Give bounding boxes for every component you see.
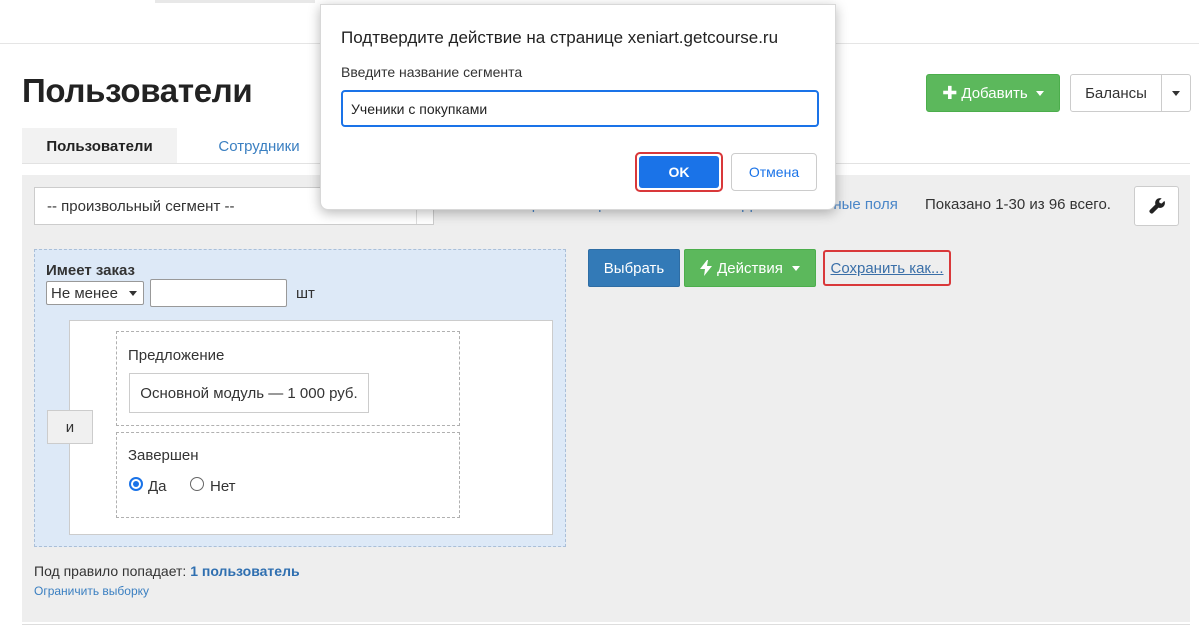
settings-button[interactable] <box>1134 186 1179 226</box>
wrench-icon <box>1148 198 1165 214</box>
top-scroll-shade <box>155 0 315 3</box>
cancel-button[interactable]: Отмена <box>731 153 817 191</box>
actions-button-label: Действия <box>717 259 783 277</box>
and-button[interactable]: и <box>47 410 93 444</box>
balances-dropdown-toggle[interactable] <box>1161 74 1191 112</box>
actions-button[interactable]: Действия <box>684 249 816 287</box>
page-title: Пользователи <box>22 72 253 109</box>
rule-result: Под правило попадает: 1 пользователь <box>34 563 300 579</box>
tab-staff[interactable]: Сотрудники <box>204 128 314 164</box>
caret-down-icon <box>791 265 800 271</box>
operator-value: Не менее <box>51 284 118 302</box>
operator-select[interactable]: Не менее <box>46 281 144 305</box>
rule-result-prefix: Под правило попадает: <box>34 563 187 579</box>
confirm-dialog: Подтвердите действие на странице xeniart… <box>320 4 836 210</box>
tab-users[interactable]: Пользователи <box>22 128 177 164</box>
completed-label: Завершен <box>128 447 199 464</box>
completed-no-radio[interactable] <box>190 477 204 491</box>
completed-yes-label: Да <box>148 478 167 495</box>
save-as-link[interactable]: Сохранить как... <box>830 260 943 277</box>
shown-count: Показано 1-30 из 96 всего. <box>925 196 1111 213</box>
completed-condition <box>116 432 460 518</box>
add-button[interactable]: ✚ Добавить <box>926 74 1060 112</box>
dialog-title: Подтвердите действие на странице xeniart… <box>341 28 779 47</box>
add-button-label: Добавить <box>961 84 1028 102</box>
offer-label: Предложение <box>128 347 225 364</box>
chevron-down-icon <box>129 291 137 296</box>
quantity-unit: шт <box>296 285 315 302</box>
completed-yes-radio[interactable] <box>129 477 143 491</box>
limit-selection-link[interactable]: Ограничить выборку <box>34 584 149 598</box>
caret-down-icon <box>1035 90 1044 96</box>
bottom-divider <box>22 624 1190 625</box>
choose-button[interactable]: Выбрать <box>588 249 680 287</box>
dialog-label: Введите название сегмента <box>341 64 523 80</box>
balances-button[interactable]: Балансы <box>1070 74 1162 112</box>
caret-down-icon <box>1172 90 1180 96</box>
ok-highlight: OK <box>635 152 723 192</box>
lightning-icon <box>700 260 713 276</box>
segment-select-value: -- произвольный сегмент -- <box>47 197 235 215</box>
rule-title: Имеет заказ <box>46 262 135 279</box>
rule-result-count[interactable]: 1 пользователь <box>190 563 299 579</box>
completed-no-label: Нет <box>210 478 236 495</box>
segment-name-input[interactable]: Ученики с покупками <box>341 90 819 127</box>
ok-button[interactable]: OK <box>639 156 719 188</box>
plus-icon: ✚ <box>942 82 958 103</box>
save-as-highlight: Сохранить как... <box>823 250 951 286</box>
quantity-input[interactable] <box>150 279 287 307</box>
offer-value[interactable]: Основной модуль — 1 000 руб. <box>129 373 369 413</box>
